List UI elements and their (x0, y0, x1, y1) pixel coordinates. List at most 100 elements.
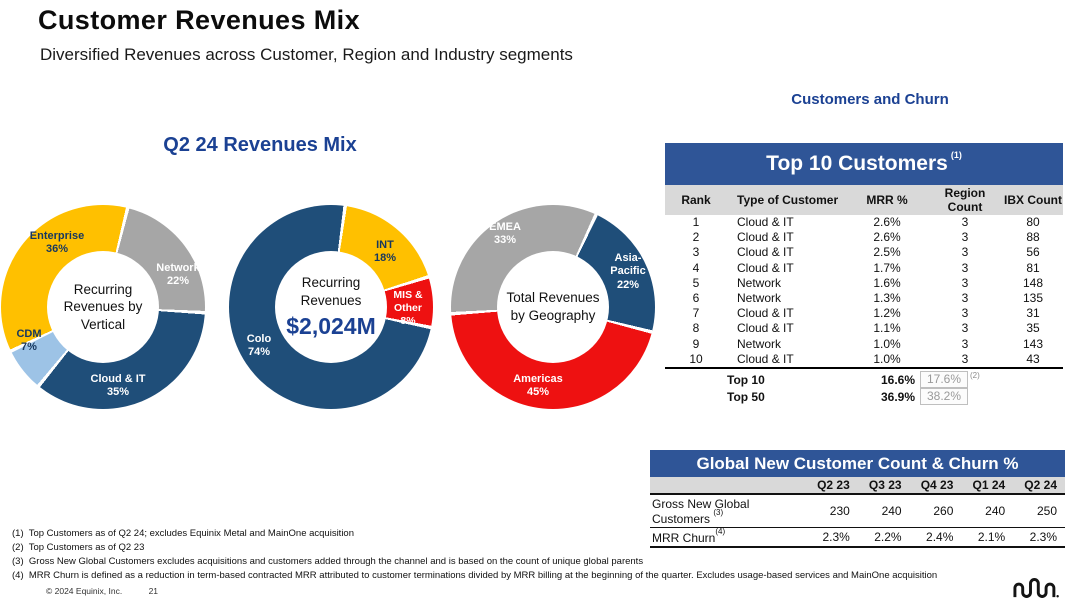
col-header-mrr: MRR % (847, 185, 927, 215)
cell-type: Cloud & IT (727, 245, 847, 260)
cell-ibx: 88 (1003, 230, 1063, 245)
footnote-2: (2) Top Customers as of Q2 23 (12, 542, 937, 553)
col-header-q3-23: Q3 23 (858, 477, 910, 494)
cell-region: 3 (927, 306, 1003, 321)
cell-rank: 2 (665, 230, 727, 245)
footnote-ref-2: (2) (970, 371, 980, 380)
cell-ibx: 148 (1003, 276, 1063, 291)
segment-label-int: INT 18% (357, 239, 413, 266)
cell-rank: 10 (665, 352, 727, 367)
col-header-type: Type of Customer (727, 185, 847, 215)
donut-center-label: Total Revenues by Geography (497, 251, 609, 363)
customers-churn-heading: Customers and Churn (700, 91, 1040, 108)
cell-ibx: 143 (1003, 337, 1063, 352)
cell-rank: 9 (665, 337, 727, 352)
footer: © 2024 Equinix, Inc. 21 (46, 586, 158, 596)
col-header-blank (650, 477, 806, 494)
cell-region: 3 (927, 261, 1003, 276)
cell-ibx: 80 (1003, 215, 1063, 230)
global-churn-table-title: Global New Customer Count & Churn % (650, 450, 1065, 477)
cell-rank: 8 (665, 321, 727, 336)
cell-type: Cloud & IT (727, 352, 847, 367)
summary-row-top10: Top 10 16.6% 17.6% (2) (665, 371, 1063, 388)
cell-value: 240 (858, 494, 910, 528)
copyright-text: © 2024 Equinix, Inc. (46, 586, 122, 596)
page-title: Customer Revenues Mix (38, 5, 360, 36)
top10-grid: Rank Type of Customer MRR % Region Count… (665, 185, 1063, 367)
table-row: 2Cloud & IT2.6%388 (665, 230, 1063, 245)
col-header-q1-24: Q1 24 (961, 477, 1013, 494)
cell-rank: 3 (665, 245, 727, 260)
cell-type: Cloud & IT (727, 306, 847, 321)
top10-summary: Top 10 16.6% 17.6% (2) Top 50 36.9% 38.2… (665, 367, 1063, 405)
cell-region: 3 (927, 321, 1003, 336)
cell-value: 230 (806, 494, 858, 528)
top50-prior-value: 38.2% (920, 388, 968, 405)
cell-mrr: 2.5% (847, 245, 927, 260)
donut-chart-vertical: Enterprise 36% Network 22% CDM 7% Cloud … (1, 205, 205, 409)
cell-value: 240 (961, 494, 1013, 528)
table-row: 1Cloud & IT2.6%380 (665, 215, 1063, 230)
cell-mrr: 1.3% (847, 291, 927, 306)
cell-rank: 4 (665, 261, 727, 276)
col-header-ibx: IBX Count (1003, 185, 1063, 215)
top10-current-value: 16.6% (845, 373, 915, 387)
footnote-ref-3: (3) (713, 508, 723, 517)
cell-rank: 5 (665, 276, 727, 291)
cell-value: 260 (910, 494, 962, 528)
cell-ibx: 31 (1003, 306, 1063, 321)
cell-mrr: 1.0% (847, 352, 927, 367)
donut-center-label: Recurring Revenues $2,024M (275, 251, 387, 363)
table-row: 5Network1.6%3148 (665, 276, 1063, 291)
table-row: 3Cloud & IT2.5%356 (665, 245, 1063, 260)
cell-value: 250 (1013, 494, 1065, 528)
footnote-3: (3) Gross New Global Customers excludes … (12, 556, 937, 567)
cell-ibx: 81 (1003, 261, 1063, 276)
cell-mrr: 1.7% (847, 261, 927, 276)
cell-type: Cloud & IT (727, 321, 847, 336)
top50-current-value: 36.9% (845, 390, 915, 404)
cell-region: 3 (927, 352, 1003, 367)
cell-mrr: 2.6% (847, 215, 927, 230)
col-header-q4-23: Q4 23 (910, 477, 962, 494)
cell-ibx: 43 (1003, 352, 1063, 367)
top10-customers-table: Top 10 Customers(1) Rank Type of Custome… (665, 143, 1063, 405)
cell-type: Network (727, 276, 847, 291)
table-row: 9Network1.0%3143 (665, 337, 1063, 352)
cell-type: Cloud & IT (727, 230, 847, 245)
segment-label-colo: Colo 74% (233, 333, 285, 360)
cell-rank: 1 (665, 215, 727, 230)
col-header-rank: Rank (665, 185, 727, 215)
cell-mrr: 2.6% (847, 230, 927, 245)
cell-region: 3 (927, 276, 1003, 291)
cell-mrr: 1.1% (847, 321, 927, 336)
equinix-logo (1012, 577, 1060, 604)
cell-region: 3 (927, 337, 1003, 352)
col-header-region: Region Count (927, 185, 1003, 215)
page-subtitle: Diversified Revenues across Customer, Re… (40, 45, 573, 65)
col-header-q2-23: Q2 23 (806, 477, 858, 494)
cell-rank: 7 (665, 306, 727, 321)
revenues-mix-heading: Q2 24 Revenues Mix (110, 134, 410, 157)
segment-label-americas: Americas 45% (501, 373, 575, 400)
cell-mrr: 1.6% (847, 276, 927, 291)
footnotes: (1) Top Customers as of Q2 24; excludes … (12, 528, 937, 584)
cell-ibx: 56 (1003, 245, 1063, 260)
page-number: 21 (149, 586, 158, 596)
top10-prior-value: 17.6% (920, 371, 968, 388)
segment-label-asia-pacific: Asia- Pacific 22% (597, 252, 659, 292)
table-row: 7Cloud & IT1.2%331 (665, 306, 1063, 321)
table-row: Gross New Global Customers (3) 230 240 2… (650, 494, 1065, 528)
col-header-q2-24: Q2 24 (1013, 477, 1065, 494)
footnote-4: (4) MRR Churn is defined as a reduction … (12, 570, 937, 581)
cell-value: 2.1% (961, 528, 1013, 548)
global-header-row: Q2 23 Q3 23 Q4 23 Q1 24 Q2 24 (650, 477, 1065, 494)
top10-header-row: Rank Type of Customer MRR % Region Count… (665, 185, 1063, 215)
top10-table-title: Top 10 Customers(1) (665, 143, 1063, 185)
segment-label-mis-other: MIS & Other 8% (381, 289, 435, 327)
donut-center-label: Recurring Revenues by Vertical (47, 251, 159, 363)
slide: Customer Revenues Mix Diversified Revenu… (0, 0, 1080, 607)
table-row: 4Cloud & IT1.7%381 (665, 261, 1063, 276)
table-row: 8Cloud & IT1.1%335 (665, 321, 1063, 336)
cell-region: 3 (927, 291, 1003, 306)
